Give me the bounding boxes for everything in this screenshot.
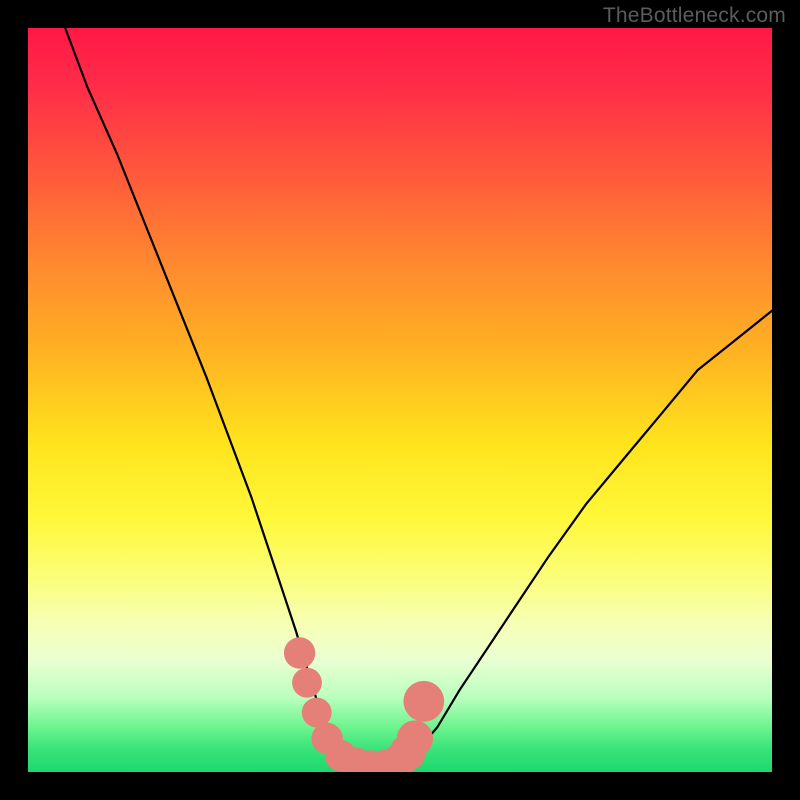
bottleneck-curve bbox=[65, 28, 772, 768]
curve-marker bbox=[403, 681, 444, 722]
curve-marker bbox=[397, 720, 433, 756]
curve-markers bbox=[284, 637, 444, 772]
chart-frame: TheBottleneck.com bbox=[0, 0, 800, 800]
curve-marker bbox=[292, 668, 322, 698]
curve-marker bbox=[284, 637, 315, 668]
chart-overlay bbox=[28, 28, 772, 772]
watermark-text: TheBottleneck.com bbox=[603, 4, 786, 28]
plot-area bbox=[28, 28, 772, 772]
